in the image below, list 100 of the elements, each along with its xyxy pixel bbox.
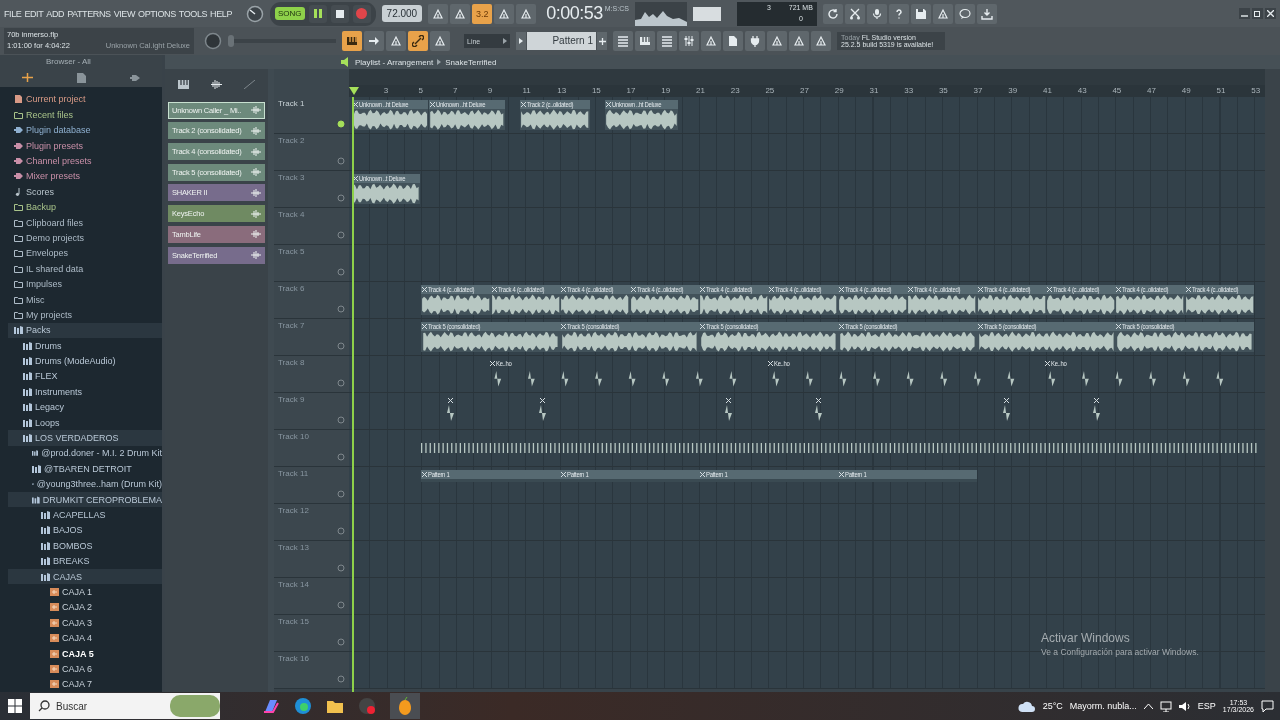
track-header[interactable]: Track 4 [274, 208, 349, 244]
toolbar-button[interactable] [342, 31, 362, 51]
toolbar-button[interactable] [932, 3, 953, 24]
beat-indicator-button[interactable]: 3.2 [472, 3, 493, 24]
track-mute-icon[interactable] [337, 268, 345, 276]
toolbar-button[interactable] [657, 31, 677, 51]
track-mute-icon[interactable] [337, 194, 345, 202]
track-header[interactable]: Track 10 [274, 430, 349, 466]
browser-item[interactable]: Current project [8, 91, 162, 108]
browser-item[interactable]: FLEX [8, 368, 162, 385]
language-indicator[interactable]: ESP [1197, 701, 1216, 711]
track-mute-icon[interactable] [337, 120, 345, 128]
toolbar-button[interactable] [954, 3, 975, 24]
volume-knob[interactable] [246, 4, 265, 23]
browser-item[interactable]: Legacy [8, 399, 162, 415]
previous-pattern-button[interactable] [516, 32, 526, 50]
track-header[interactable]: Track 15 [274, 615, 349, 651]
slider-thumb[interactable] [228, 35, 234, 47]
menu-item[interactable]: TOOLS [178, 8, 208, 19]
browser-item[interactable]: CAJA 6 [8, 661, 162, 677]
menu-item[interactable]: PATTERNS [67, 8, 111, 19]
toolbar-button[interactable] [516, 3, 537, 24]
toolbar-button[interactable] [745, 31, 765, 51]
browser-item[interactable]: BOMBOS [8, 538, 162, 554]
toolbar-button[interactable] [866, 3, 887, 24]
browser-item[interactable]: CAJA 4 [8, 630, 162, 646]
volume-icon[interactable] [1178, 700, 1191, 712]
toolbar-button[interactable] [888, 3, 909, 24]
chevron-up-icon[interactable] [1143, 703, 1153, 709]
track-mute-icon[interactable] [337, 157, 345, 165]
browser-item[interactable]: CAJA 5 [8, 645, 162, 662]
track-header[interactable]: Track 8 [274, 356, 349, 392]
plug-icon[interactable] [130, 73, 140, 82]
browser-item[interactable]: Envelopes [8, 245, 162, 262]
browser-item[interactable]: My projects [8, 307, 162, 323]
browser-item[interactable]: Plugin presets [8, 137, 162, 154]
track-mute-icon[interactable] [337, 342, 345, 350]
track-header[interactable]: Track 9 [274, 393, 349, 429]
toolbar-button[interactable] [723, 31, 743, 51]
toolbar-button[interactable] [789, 31, 809, 51]
toolbar-button[interactable] [386, 31, 406, 51]
browser-item[interactable]: CAJA 2 [8, 599, 162, 616]
browser-item[interactable]: Impulses [8, 276, 162, 292]
track-header[interactable]: Track 14 [274, 578, 349, 614]
browser-item[interactable]: Drums (ModeAudio) [8, 353, 162, 369]
notification-icon[interactable] [1261, 700, 1274, 712]
toolbar-button[interactable] [635, 31, 655, 51]
network-icon[interactable] [1159, 700, 1172, 712]
pitch-knob[interactable] [204, 32, 222, 50]
toolbar-button[interactable] [364, 31, 384, 51]
toolbar-button[interactable] [428, 3, 449, 24]
toolbar-button[interactable] [822, 3, 843, 24]
track-header[interactable]: Track 3 [274, 171, 349, 207]
browser-item[interactable]: Loops [8, 414, 162, 431]
browser-item[interactable]: CAJA 3 [8, 615, 162, 631]
menu-item[interactable]: EDIT [24, 8, 44, 19]
menu-item[interactable]: FILE [4, 8, 22, 19]
track-mute-icon[interactable] [337, 527, 345, 535]
browser-item[interactable]: DRUMKIT CEROPROBLEMA [8, 491, 162, 508]
browser-item[interactable]: @TBAREN DETROIT [8, 461, 162, 477]
timeline-ruler[interactable]: 3 5 7 9 11 13 15 17 19 21 23 25 27 29 31 33 35 37 39 41 43 45 47 49 51 53 [349, 85, 1265, 97]
document-icon[interactable] [77, 72, 86, 83]
browser-item[interactable]: CAJA 1 [8, 584, 162, 600]
track-header[interactable]: Track 13 [274, 541, 349, 577]
toolbar-button[interactable] [767, 31, 787, 51]
track-mute-icon[interactable] [337, 490, 345, 498]
menu-item[interactable]: VIEW [113, 8, 136, 19]
menu-item[interactable]: HELP [210, 8, 233, 19]
track-mute-icon[interactable] [337, 638, 345, 646]
pattern-selector[interactable]: Pattern 1 [527, 32, 596, 50]
song-mode-button[interactable]: SONG [275, 7, 305, 20]
browser-item[interactable]: Recent files [8, 107, 162, 123]
track-header[interactable]: Track 11 [274, 467, 349, 503]
browser-item[interactable]: Plugin database [8, 122, 162, 138]
close-button[interactable] [1265, 8, 1276, 19]
fl-studio-taskbar-button[interactable] [390, 693, 420, 719]
waveform-icon[interactable] [210, 80, 223, 89]
browser-item[interactable]: CAJAS [8, 568, 162, 585]
browser-item[interactable]: Demo projects [8, 230, 162, 246]
browser-item[interactable]: Drums [8, 338, 162, 354]
browser-item[interactable]: CAJA 7 [8, 676, 162, 692]
toolbar-button[interactable] [679, 31, 699, 51]
browser-item[interactable]: Channel presets [8, 153, 162, 169]
browser-item[interactable]: BAJOS [8, 522, 162, 539]
track-header[interactable]: Track 16 [274, 652, 349, 688]
browser-item[interactable]: IL shared data [8, 261, 162, 277]
toolbar-button[interactable] [811, 31, 831, 51]
browser-item[interactable]: Instruments [8, 384, 162, 400]
toolbar-button[interactable] [494, 3, 515, 24]
menu-item[interactable]: OPTIONS [138, 8, 176, 19]
browser-icon[interactable] [294, 697, 312, 715]
browser-item[interactable]: Misc [8, 291, 162, 308]
track-header[interactable]: Track 7 [274, 319, 349, 355]
tempo-field[interactable]: 72.000 [381, 5, 423, 22]
browser-item[interactable]: Clipboard files [8, 214, 162, 231]
track-header[interactable]: Track 2 [274, 134, 349, 170]
pause-button[interactable] [308, 4, 327, 23]
browser-item[interactable]: Mixer presets [8, 168, 162, 185]
toolbar-button[interactable] [613, 31, 633, 51]
browser-item[interactable]: ACAPELLAS [8, 507, 162, 523]
